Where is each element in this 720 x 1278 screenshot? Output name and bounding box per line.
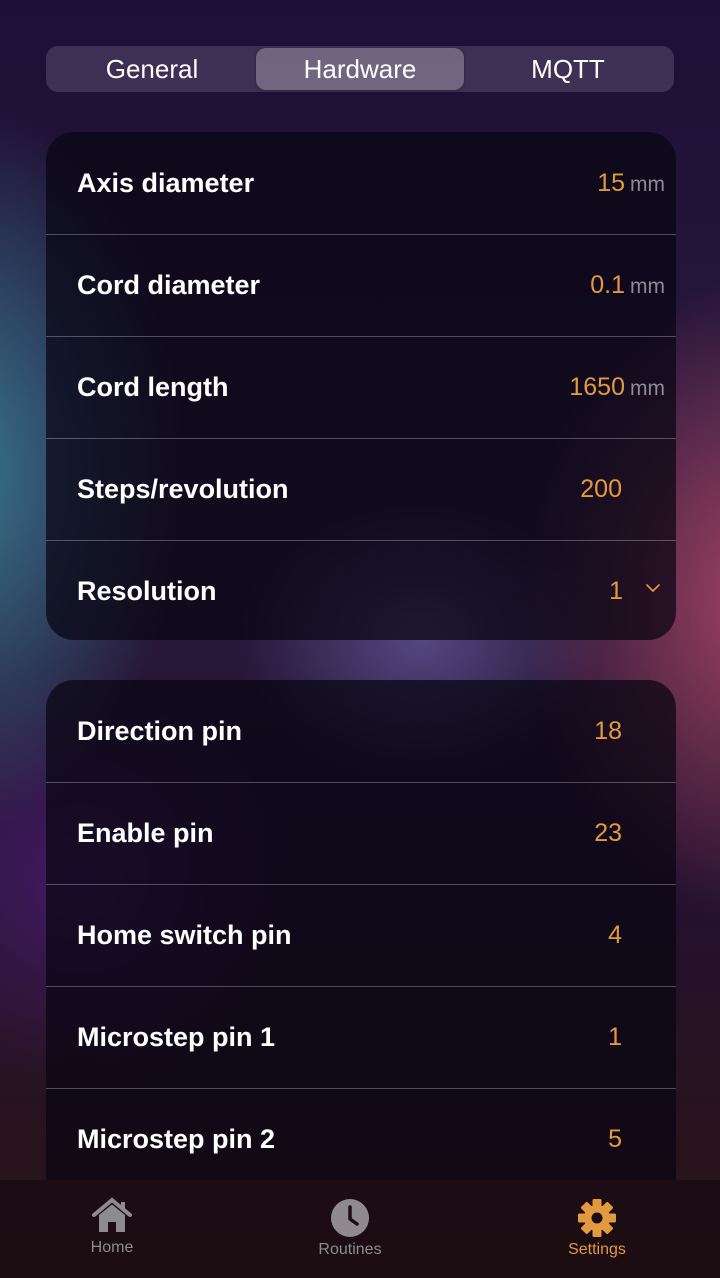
home-switch-pin-value[interactable]: 4 <box>608 921 622 950</box>
microstep-pin-1-label: Microstep pin 1 <box>77 1022 276 1052</box>
gear-icon <box>578 1199 616 1237</box>
tab-bar-routines[interactable]: Routines <box>280 1198 420 1259</box>
direction-pin-value[interactable]: 18 <box>594 717 622 746</box>
enable-pin-row[interactable]: Enable pin 23 <box>46 782 676 884</box>
steps-per-revolution-label: Steps/revolution <box>77 474 289 504</box>
steps-per-revolution-value[interactable]: 200 <box>580 475 622 504</box>
cord-length-row[interactable]: Cord length 1650 mm <box>46 336 676 438</box>
home-switch-pin-label: Home switch pin <box>77 920 292 950</box>
pin-settings-card: Direction pin 18 Enable pin 23 Home swit… <box>46 680 676 1200</box>
tab-bar-home-label: Home <box>90 1239 134 1256</box>
microstep-pin-2-label: Microstep pin 2 <box>77 1124 276 1154</box>
motor-settings-card: Axis diameter 15 mm Cord diameter 0.1 mm… <box>46 132 676 640</box>
direction-pin-label: Direction pin <box>77 715 243 746</box>
axis-diameter-field[interactable]: 15 mm <box>597 169 665 198</box>
cord-length-field[interactable]: 1650 mm <box>569 373 665 402</box>
resolution-value[interactable]: 1 <box>609 577 623 606</box>
tab-bar-settings[interactable]: Settings <box>527 1198 667 1259</box>
microstep-pin-2-row[interactable]: Microstep pin 2 5 <box>46 1088 676 1190</box>
enable-pin-value[interactable]: 23 <box>594 819 622 848</box>
microstep-pin-1-row[interactable]: Microstep pin 1 1 <box>46 986 676 1088</box>
tab-hardware[interactable]: Hardware <box>256 48 464 90</box>
tab-bar-home[interactable]: Home <box>42 1196 182 1257</box>
resolution-select[interactable]: 1 <box>609 577 660 606</box>
cord-length-label: Cord length <box>77 372 229 402</box>
direction-pin-row[interactable]: Direction pin 18 <box>46 680 676 782</box>
cord-diameter-label: Cord diameter <box>77 270 261 300</box>
settings-segmented-control: General Hardware MQTT <box>46 46 674 92</box>
resolution-row[interactable]: Resolution 1 <box>46 540 676 640</box>
tab-mqtt[interactable]: MQTT <box>464 48 672 90</box>
bottom-tab-bar: Home Routines Settings <box>0 1180 720 1278</box>
home-switch-pin-row[interactable]: Home switch pin 4 <box>46 884 676 986</box>
tab-bar-settings-label: Settings <box>568 1241 626 1258</box>
resolution-label: Resolution <box>77 576 217 606</box>
cord-diameter-field[interactable]: 0.1 mm <box>590 271 665 300</box>
tab-general[interactable]: General <box>48 48 256 90</box>
tab-bar-routines-label: Routines <box>318 1241 382 1258</box>
microstep-pin-1-value[interactable]: 1 <box>608 1023 622 1052</box>
house-icon <box>92 1198 132 1232</box>
chevron-down-icon[interactable] <box>646 581 660 595</box>
axis-diameter-row[interactable]: Axis diameter 15 mm <box>46 132 676 234</box>
cord-length-unit: mm <box>630 377 665 400</box>
microstep-pin-2-value[interactable]: 5 <box>608 1125 622 1154</box>
cord-diameter-row[interactable]: Cord diameter 0.1 mm <box>46 234 676 336</box>
cord-length-value[interactable]: 1650 <box>569 373 625 402</box>
steps-per-revolution-row[interactable]: Steps/revolution 200 <box>46 438 676 540</box>
clock-icon <box>331 1199 369 1237</box>
cord-diameter-unit: mm <box>630 275 665 298</box>
cord-diameter-value[interactable]: 0.1 <box>590 271 625 300</box>
axis-diameter-value[interactable]: 15 <box>597 169 625 198</box>
axis-diameter-unit: mm <box>630 172 665 196</box>
axis-diameter-label: Axis diameter <box>77 167 255 198</box>
enable-pin-label: Enable pin <box>77 818 214 848</box>
